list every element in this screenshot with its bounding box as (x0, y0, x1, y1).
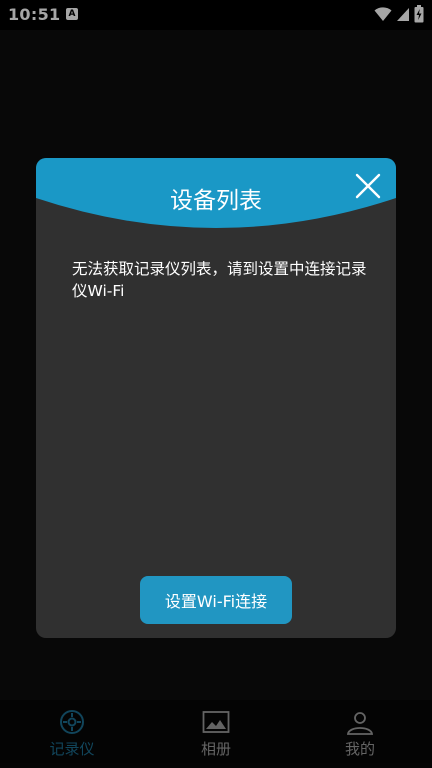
dialog-header: 设备列表 (36, 158, 396, 238)
dialog-message: 无法获取记录仪列表，请到设置中连接记录仪Wi-Fi (72, 260, 367, 300)
setup-wifi-button[interactable]: 设置Wi-Fi连接 (140, 576, 292, 624)
close-icon (355, 173, 381, 199)
close-button[interactable] (354, 172, 382, 200)
dialog-title: 设备列表 (170, 188, 262, 214)
device-list-dialog: 设备列表 无法获取记录仪列表，请到设置中连接记录仪Wi-Fi 设置Wi-Fi连接 (36, 158, 396, 638)
screen: 10:51 A 记录仪 相册 我的 设备列表 无法获取记录仪列表，请到设置中连接… (0, 0, 432, 768)
